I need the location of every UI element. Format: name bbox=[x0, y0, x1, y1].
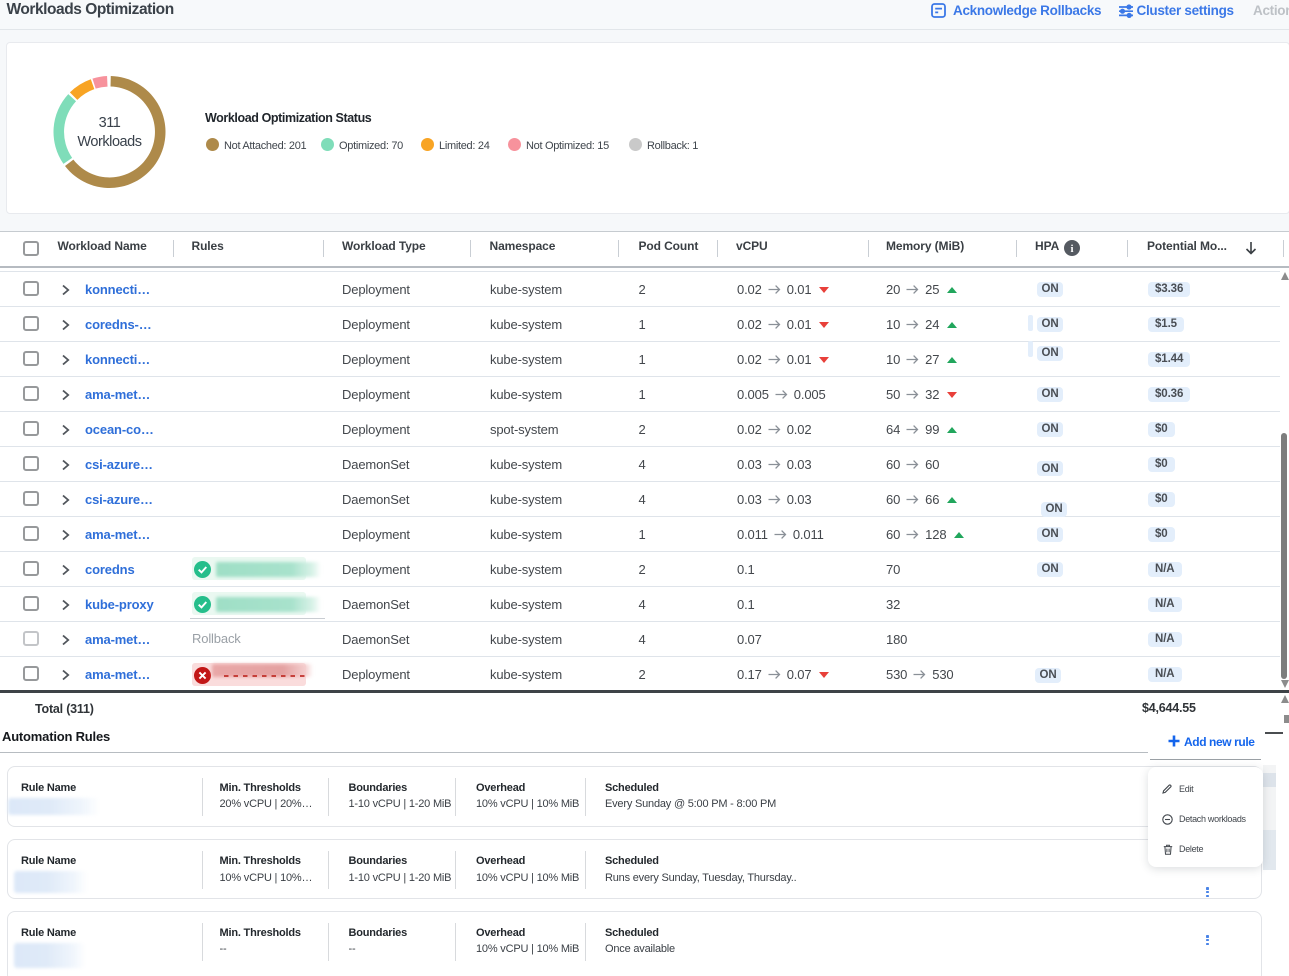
svg-text:i: i bbox=[1070, 243, 1073, 255]
